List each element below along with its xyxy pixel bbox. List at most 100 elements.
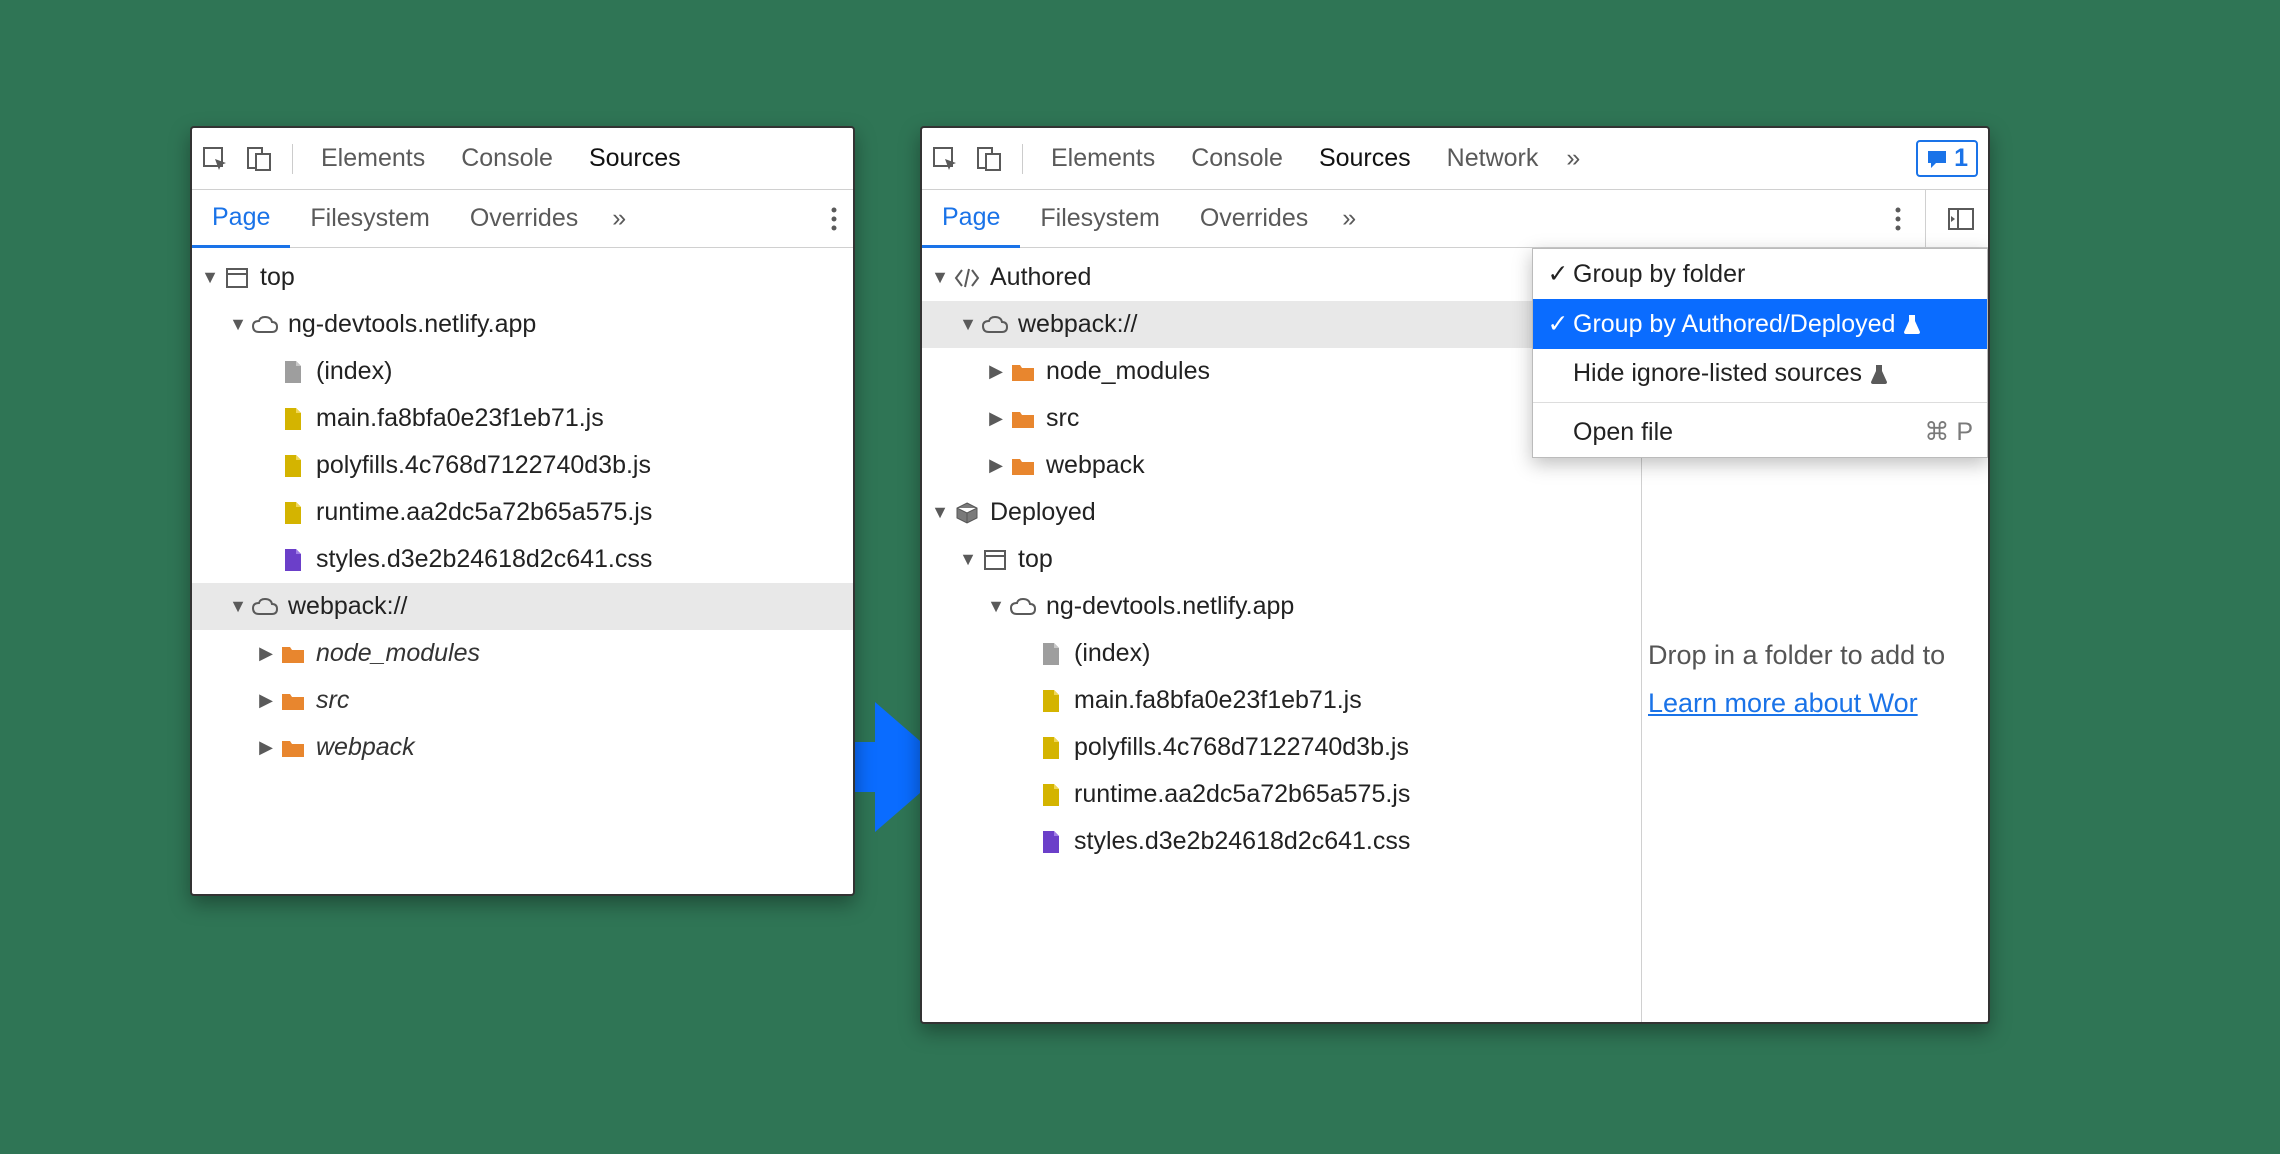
tree-row-domain[interactable]: ▼ng-devtools.netlify.app [922, 583, 1641, 630]
tree-label: src [316, 686, 349, 715]
file-icon [280, 359, 306, 385]
subtab-filesystem[interactable]: Filesystem [1020, 190, 1179, 247]
tree-row-top[interactable]: ▼ top [922, 536, 1641, 583]
chevron-down-icon: ▼ [230, 314, 246, 335]
menu-label: Group by folder [1573, 260, 1745, 289]
tree-row-domain[interactable]: ▼ ng-devtools.netlify.app [192, 301, 853, 348]
tree-label: ng-devtools.netlify.app [288, 310, 536, 339]
workspace-learn-link[interactable]: Learn more about Wor [1648, 688, 1918, 719]
tree-label: runtime.aa2dc5a72b65a575.js [1074, 780, 1410, 809]
tree-row-file[interactable]: (index) [922, 630, 1641, 677]
file-js-icon [1038, 782, 1064, 808]
tree-row-folder[interactable]: ▶ node_modules [192, 630, 853, 677]
tree-label: main.fa8bfa0e23f1eb71.js [1074, 686, 1362, 715]
tree-row-file[interactable]: styles.d3e2b24618d2c641.css [922, 818, 1641, 865]
tree-label: Authored [990, 263, 1091, 292]
folder-icon [280, 641, 306, 667]
file-js-icon [280, 453, 306, 479]
subtab-page[interactable]: Page [192, 191, 290, 248]
menu-label: Hide ignore-listed sources [1573, 359, 1862, 388]
code-icon [954, 265, 980, 291]
menu-separator [1533, 402, 1987, 403]
inspect-icon[interactable] [202, 146, 228, 172]
file-css-icon [280, 547, 306, 573]
tab-more-icon[interactable]: » [1556, 144, 1590, 173]
tree-row-file[interactable]: runtime.aa2dc5a72b65a575.js [922, 771, 1641, 818]
menu-item-group-folder[interactable]: ✓ Group by folder [1533, 249, 1987, 299]
tree-row-deployed[interactable]: ▼Deployed [922, 489, 1641, 536]
show-navigator-icon[interactable] [1948, 206, 1974, 232]
tree-row-top[interactable]: ▼ top [192, 254, 853, 301]
issues-count: 1 [1954, 144, 1968, 173]
chevron-right-icon: ▶ [988, 408, 1004, 429]
main-tabbar: Elements Console Sources Network » 1 [922, 128, 1988, 190]
issues-badge[interactable]: 1 [1916, 140, 1978, 177]
subtab-filesystem[interactable]: Filesystem [290, 190, 449, 247]
subtab-kebab-icon[interactable] [1879, 207, 1917, 231]
tree-label: ng-devtools.netlify.app [1046, 592, 1294, 621]
tab-elements[interactable]: Elements [1033, 128, 1173, 189]
tree-label: top [1018, 545, 1053, 574]
subtab-overrides[interactable]: Overrides [1180, 190, 1328, 247]
subtab-overrides[interactable]: Overrides [450, 190, 598, 247]
file-css-icon [1038, 829, 1064, 855]
tree-label: node_modules [1046, 357, 1210, 386]
tree-row-file[interactable]: polyfills.4c768d7122740d3b.js [192, 442, 853, 489]
chevron-down-icon: ▼ [960, 549, 976, 570]
context-menu: ✓ Group by folder ✓ Group by Authored/De… [1532, 248, 1988, 458]
tab-network[interactable]: Network [1429, 128, 1557, 189]
menu-item-open-file[interactable]: Open file ⌘ P [1533, 407, 1987, 457]
chevron-down-icon: ▼ [202, 267, 218, 288]
cube-icon [954, 500, 980, 526]
tab-console[interactable]: Console [1173, 128, 1301, 189]
cloud-icon [252, 594, 278, 620]
folder-icon [1010, 406, 1036, 432]
tab-elements[interactable]: Elements [303, 128, 443, 189]
tree-row-webpack[interactable]: ▼webpack:// [192, 583, 853, 630]
chevron-right-icon: ▶ [988, 361, 1004, 382]
tree-label: Deployed [990, 498, 1096, 527]
tree-label: node_modules [316, 639, 480, 668]
chat-icon [1926, 149, 1948, 169]
chevron-down-icon: ▼ [932, 267, 948, 288]
tree-row-folder[interactable]: ▶ src [192, 677, 853, 724]
tree-label: runtime.aa2dc5a72b65a575.js [316, 498, 652, 527]
cloud-icon [1010, 594, 1036, 620]
tab-sources[interactable]: Sources [1301, 128, 1429, 189]
window-icon [982, 547, 1008, 573]
device-toggle-icon[interactable] [976, 146, 1002, 172]
inspect-icon[interactable] [932, 146, 958, 172]
chevron-right-icon: ▶ [258, 643, 274, 664]
tree-label: top [260, 263, 295, 292]
tree-row-file[interactable]: main.fa8bfa0e23f1eb71.js [922, 677, 1641, 724]
menu-item-group-authored[interactable]: ✓ Group by Authored/Deployed [1533, 299, 1987, 349]
device-toggle-icon[interactable] [246, 146, 272, 172]
menu-label: Group by Authored/Deployed [1573, 310, 1895, 339]
tree-label: styles.d3e2b24618d2c641.css [316, 545, 652, 574]
tree-label: webpack:// [288, 592, 408, 621]
file-icon [1038, 641, 1064, 667]
chevron-down-icon: ▼ [960, 314, 976, 335]
tree-row-file[interactable]: styles.d3e2b24618d2c641.css [192, 536, 853, 583]
flask-icon [1870, 364, 1888, 384]
folder-icon [1010, 359, 1036, 385]
tree-row-folder[interactable]: ▶webpack [192, 724, 853, 771]
subtab-more-icon[interactable]: » [1328, 204, 1370, 233]
tab-console[interactable]: Console [443, 128, 571, 189]
subtab-more-icon[interactable]: » [598, 204, 640, 233]
tree-row-file[interactable]: (index) [192, 348, 853, 395]
tree-row-file[interactable]: polyfills.4c768d7122740d3b.js [922, 724, 1641, 771]
subtab-page[interactable]: Page [922, 191, 1020, 248]
tree-label: polyfills.4c768d7122740d3b.js [316, 451, 651, 480]
tree-row-file[interactable]: main.fa8bfa0e23f1eb71.js [192, 395, 853, 442]
chevron-right-icon: ▶ [258, 690, 274, 711]
devtools-panel-after: Elements Console Sources Network » 1 Pag… [920, 126, 1990, 1024]
workspace-hint-text: Drop in a folder to add to [1648, 640, 1945, 671]
folder-icon [1010, 453, 1036, 479]
sources-subtabbar: Page Filesystem Overrides » [922, 190, 1988, 248]
menu-item-hide-ignored[interactable]: Hide ignore-listed sources [1533, 349, 1987, 398]
subtab-kebab-icon[interactable] [815, 207, 853, 231]
cloud-icon [252, 312, 278, 338]
tab-sources[interactable]: Sources [571, 128, 699, 189]
tree-row-file[interactable]: runtime.aa2dc5a72b65a575.js [192, 489, 853, 536]
